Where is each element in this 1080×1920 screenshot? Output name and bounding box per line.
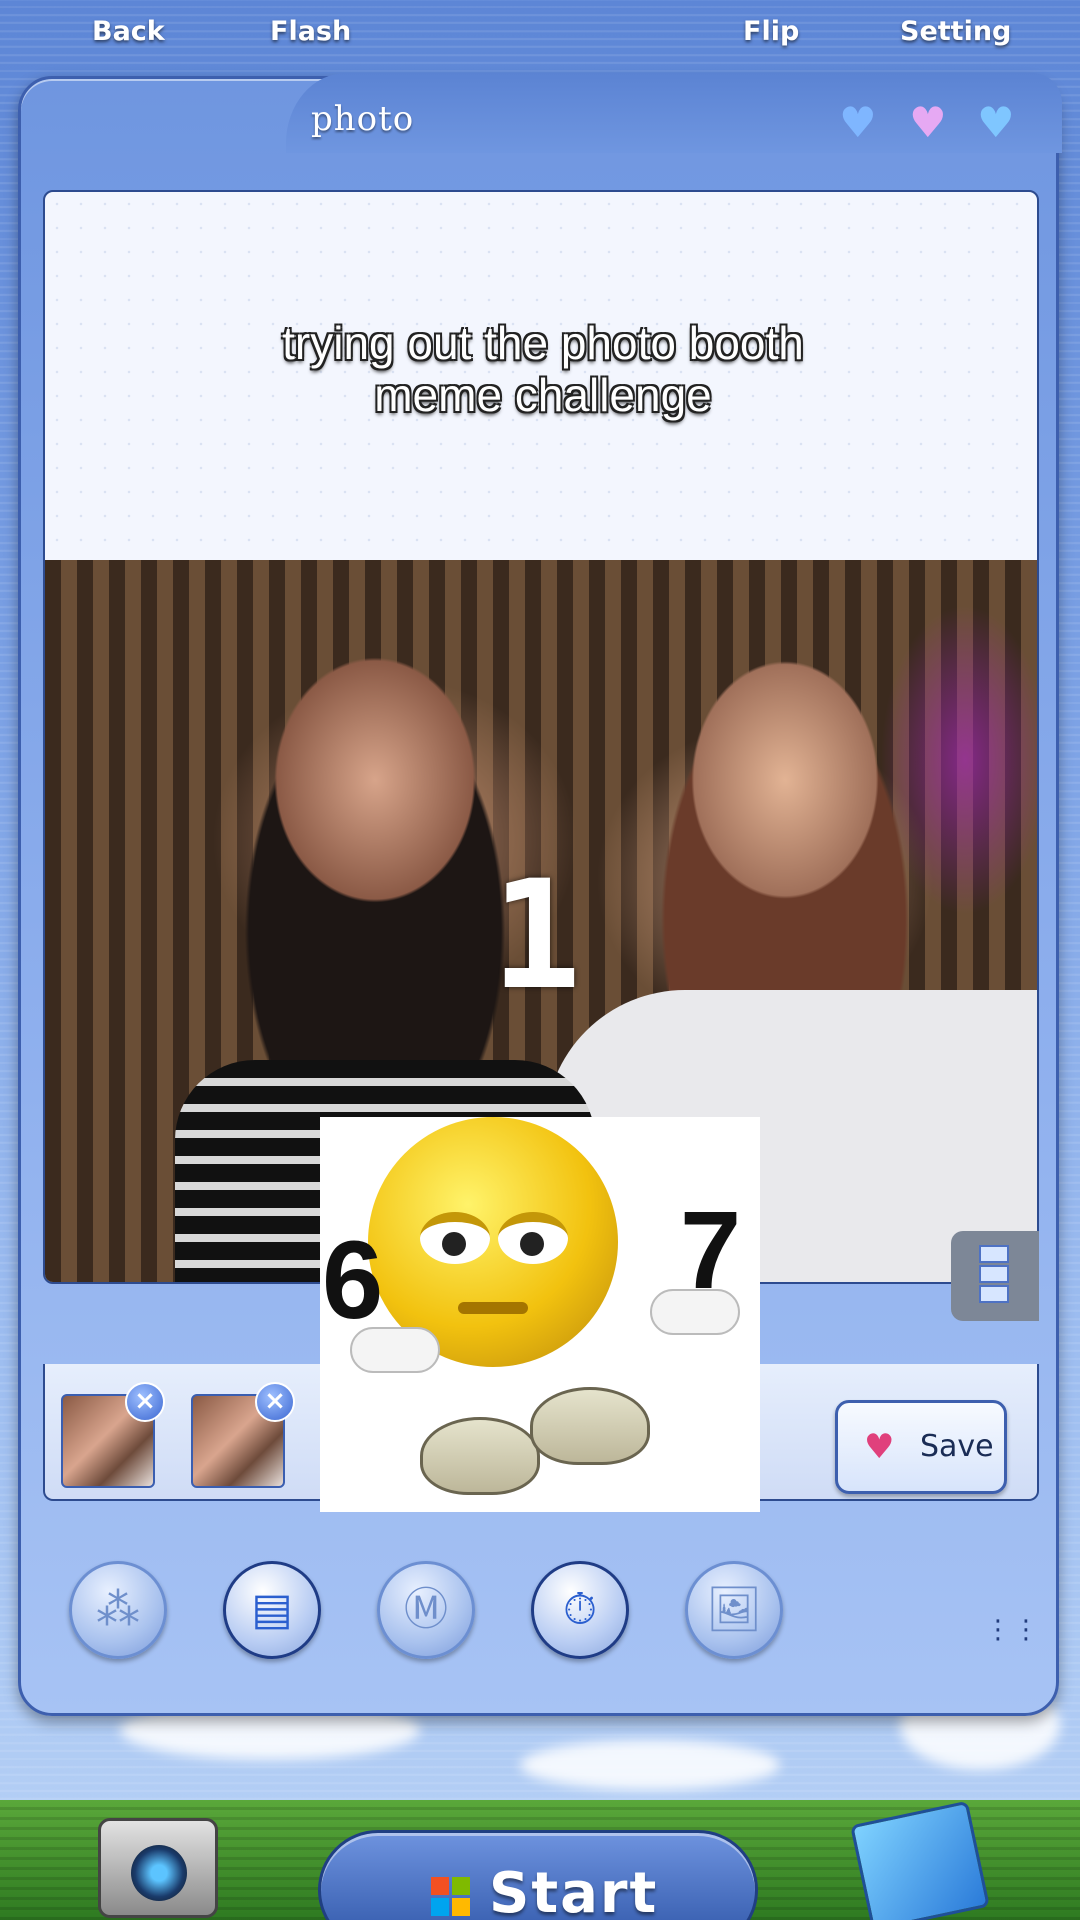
save-label: Save bbox=[920, 1429, 994, 1464]
emoji-eye bbox=[420, 1212, 490, 1264]
start-button[interactable]: Start bbox=[318, 1830, 758, 1920]
camera-icon[interactable] bbox=[98, 1818, 218, 1918]
add-image-button[interactable]: 🖼 bbox=[685, 1561, 783, 1659]
caption-line-1: trying out the photo booth bbox=[282, 317, 804, 369]
timer-3s-button[interactable]: ⏱ bbox=[531, 1561, 629, 1659]
layout-strip-icon bbox=[979, 1265, 1009, 1283]
layout-strip-icon bbox=[979, 1285, 1009, 1303]
layout-strip-button[interactable]: ▤ bbox=[223, 1561, 321, 1659]
back-button[interactable]: Back bbox=[92, 16, 165, 47]
heart-blue-icon: ♥ bbox=[977, 98, 1015, 147]
flash-button[interactable]: Flash bbox=[270, 16, 351, 47]
add-image-icon: 🖼 bbox=[706, 1584, 762, 1635]
meme-sticker: 6 7 bbox=[320, 1117, 760, 1512]
caption-text: trying out the photo booth meme challeng… bbox=[45, 317, 1037, 421]
start-label: Start bbox=[489, 1861, 659, 1920]
multi-photo-icon: Ⓜ bbox=[404, 1584, 448, 1635]
hand-icon bbox=[350, 1327, 440, 1373]
hand-icon bbox=[650, 1289, 740, 1335]
tool-bar: ⁂ ▤ Ⓜ ⏱ 🖼 bbox=[51, 1561, 1071, 1711]
meme-number-left: 6 bbox=[322, 1219, 384, 1342]
countdown-number: 1 bbox=[491, 849, 582, 1023]
shoe-icon bbox=[420, 1417, 540, 1495]
emoji-mouth bbox=[458, 1302, 528, 1314]
caption-line-2: meme challenge bbox=[374, 369, 712, 421]
save-button[interactable]: ♥ Save bbox=[835, 1400, 1007, 1494]
more-options-icon[interactable]: ⋮⋮ bbox=[985, 1615, 1041, 1645]
setting-button[interactable]: Setting bbox=[900, 16, 1011, 47]
heart-pink-icon: ♥ bbox=[909, 98, 947, 147]
windows-flag-icon bbox=[431, 1877, 471, 1917]
cloud bbox=[520, 1740, 780, 1790]
heart-blue-icon: ♥ bbox=[839, 98, 877, 147]
filters-button[interactable]: ⁂ bbox=[69, 1561, 167, 1659]
top-bar: Back Flash Flip Setting bbox=[0, 0, 1080, 70]
remove-thumbnail-button[interactable]: × bbox=[125, 1382, 165, 1422]
shoe-icon bbox=[530, 1387, 650, 1465]
heart-icon: ♥ bbox=[864, 1427, 895, 1467]
window-title: photo bbox=[311, 99, 415, 139]
timer-3s-icon: ⏱ bbox=[562, 1584, 598, 1635]
layout-toggle-button[interactable] bbox=[951, 1231, 1039, 1321]
multi-photo-button[interactable]: Ⓜ bbox=[377, 1561, 475, 1659]
filters-icon: ⁂ bbox=[96, 1584, 140, 1635]
layout-strip-icon bbox=[979, 1245, 1009, 1263]
flip-button[interactable]: Flip bbox=[743, 16, 799, 47]
remove-thumbnail-button[interactable]: × bbox=[255, 1382, 295, 1422]
layout-strip-icon: ▤ bbox=[251, 1584, 293, 1635]
emoji-eye bbox=[498, 1212, 568, 1264]
